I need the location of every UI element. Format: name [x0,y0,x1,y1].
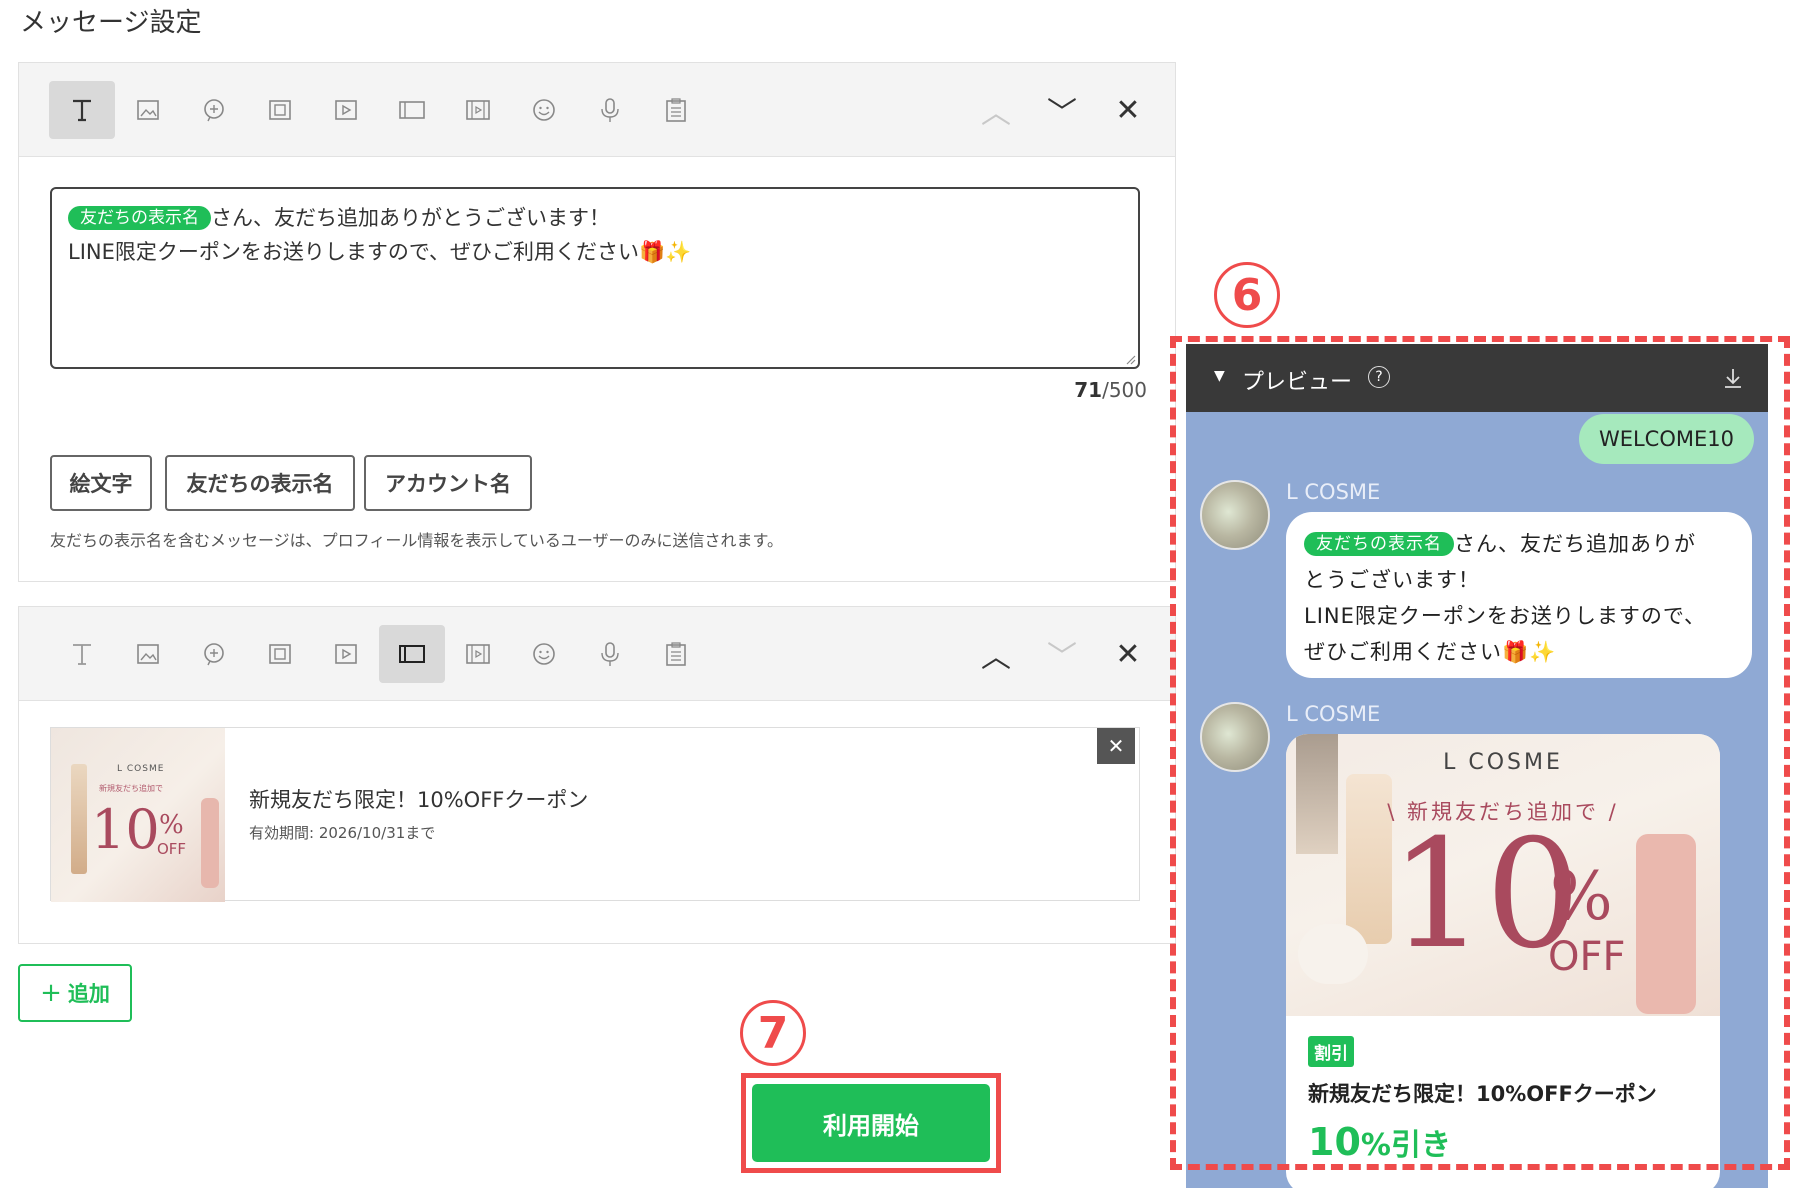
coupon-icon [399,645,425,663]
character-counter: 71/500 [1074,378,1147,402]
rich-message-type-button[interactable] [247,625,313,683]
coupon-type-button[interactable] [379,81,445,139]
move-up-button[interactable]: ︿ [963,81,1029,139]
stamp-icon [204,643,224,666]
message-line-2: LINE限定クーポンをお送りしますので、ぜひご利用ください🎁✨ [68,240,692,264]
image-type-button[interactable] [115,81,181,139]
voice-type-button[interactable] [577,625,643,683]
add-block-button[interactable]: + 追加 [18,964,132,1022]
message-block-text: ︿ ﹀ ✕ 友だちの表示名 さん、友だち追加ありがとうございます！ LINE限定ク… [18,62,1176,582]
message-line-1: 友だちの表示名 さん、友だち追加ありがとうございます！ [68,201,1122,235]
move-down-button[interactable]: ﹀ [1029,81,1095,139]
text-icon [73,644,91,665]
smile-icon [533,643,555,665]
card-message-icon [466,100,490,120]
card-type-button[interactable] [445,625,511,683]
chevron-down-icon: ﹀ [1047,96,1077,131]
close-icon: ✕ [1115,92,1141,128]
coupon-title: 新規友だち限定！10%OFFクーポン [249,788,589,812]
image-icon [137,100,159,120]
thumb-big-number: 10 [91,798,160,861]
chevron-up-icon: ︿ [981,96,1011,131]
coupon-type-button[interactable] [379,625,445,683]
close-icon: ✕ [1115,636,1141,672]
message-type-toolbar: ︿ ﹀ ✕ [19,607,1175,701]
card-type-button[interactable] [445,81,511,139]
rich-message-type-button[interactable] [247,81,313,139]
emoji-type-button[interactable] [511,81,577,139]
survey-type-button[interactable] [643,81,709,139]
remove-coupon-button[interactable]: ✕ [1097,728,1135,764]
move-up-button[interactable]: ︿ [963,625,1029,683]
resize-handle-icon[interactable] [1124,353,1136,365]
stamp-type-button[interactable] [181,625,247,683]
voice-type-button[interactable] [577,81,643,139]
annotation-seven: 7 [740,1000,806,1066]
preview-highlight-frame [1170,336,1790,1170]
insert-account-name-button[interactable]: アカウント名 [364,455,532,511]
image-type-button[interactable] [115,625,181,683]
delete-block-button[interactable]: ✕ [1095,81,1161,139]
chevron-down-icon: ﹀ [1047,640,1077,675]
delete-block-button[interactable]: ✕ [1095,625,1161,683]
friend-name-note: 友だちの表示名を含むメッセージは、プロフィール情報を表示しているユーザーのみに送… [50,531,783,550]
coupon-icon [399,101,425,119]
rich-message-icon [269,644,291,664]
thumb-off: OFF [157,840,187,858]
stamp-type-button[interactable] [181,81,247,139]
card-message-icon [466,644,490,664]
emoji-type-button[interactable] [511,625,577,683]
insert-emoji-button[interactable]: 絵文字 [50,455,152,511]
thumb-brand: L COSME [117,764,165,774]
move-down-button[interactable]: ﹀ [1029,625,1095,683]
text-type-button[interactable] [49,625,115,683]
coupon-thumbnail: L COSME 新規友だち追加で 10 % OFF [51,728,225,902]
text-type-button[interactable] [49,81,115,139]
stamp-icon [204,99,224,122]
page-title: メッセージ設定 [20,8,202,38]
image-icon [137,644,159,664]
microphone-icon [601,642,619,666]
chevron-up-icon: ︿ [981,640,1011,675]
video-icon [335,644,357,664]
clipboard-icon [666,98,686,122]
coupon-validity: 有効期間: 2026/10/31まで [249,824,436,842]
plus-icon: + [40,978,62,1008]
message-textarea[interactable]: 友だちの表示名 さん、友だち追加ありがとうございます！ LINE限定クーポンをお送… [50,187,1140,369]
survey-type-button[interactable] [643,625,709,683]
smile-icon [533,99,555,121]
close-icon: ✕ [1107,734,1125,758]
coupon-card[interactable]: L COSME 新規友だち追加で 10 % OFF 新規友だち限定！10%OFF… [50,727,1140,902]
thumb-percent: % [159,810,184,840]
rich-message-icon [269,100,291,120]
video-type-button[interactable] [313,81,379,139]
text-icon [73,99,91,122]
video-type-button[interactable] [313,625,379,683]
start-button[interactable]: 利用開始 [752,1084,990,1162]
friend-name-tag: 友だちの表示名 [68,206,211,230]
insert-friend-name-button[interactable]: 友だちの表示名 [165,455,355,511]
microphone-icon [601,98,619,122]
video-icon [335,100,357,120]
annotation-six: 6 [1214,262,1280,328]
thumb-subtitle: 新規友だち追加で [99,784,163,793]
message-block-coupon: ︿ ﹀ ✕ L COSME 新規友だち追加で 10 % OFF 新規友だち限定！… [18,606,1176,944]
start-button-highlight: 利用開始 [741,1073,1001,1173]
clipboard-icon [666,642,686,666]
message-type-toolbar: ︿ ﹀ ✕ [19,63,1175,157]
